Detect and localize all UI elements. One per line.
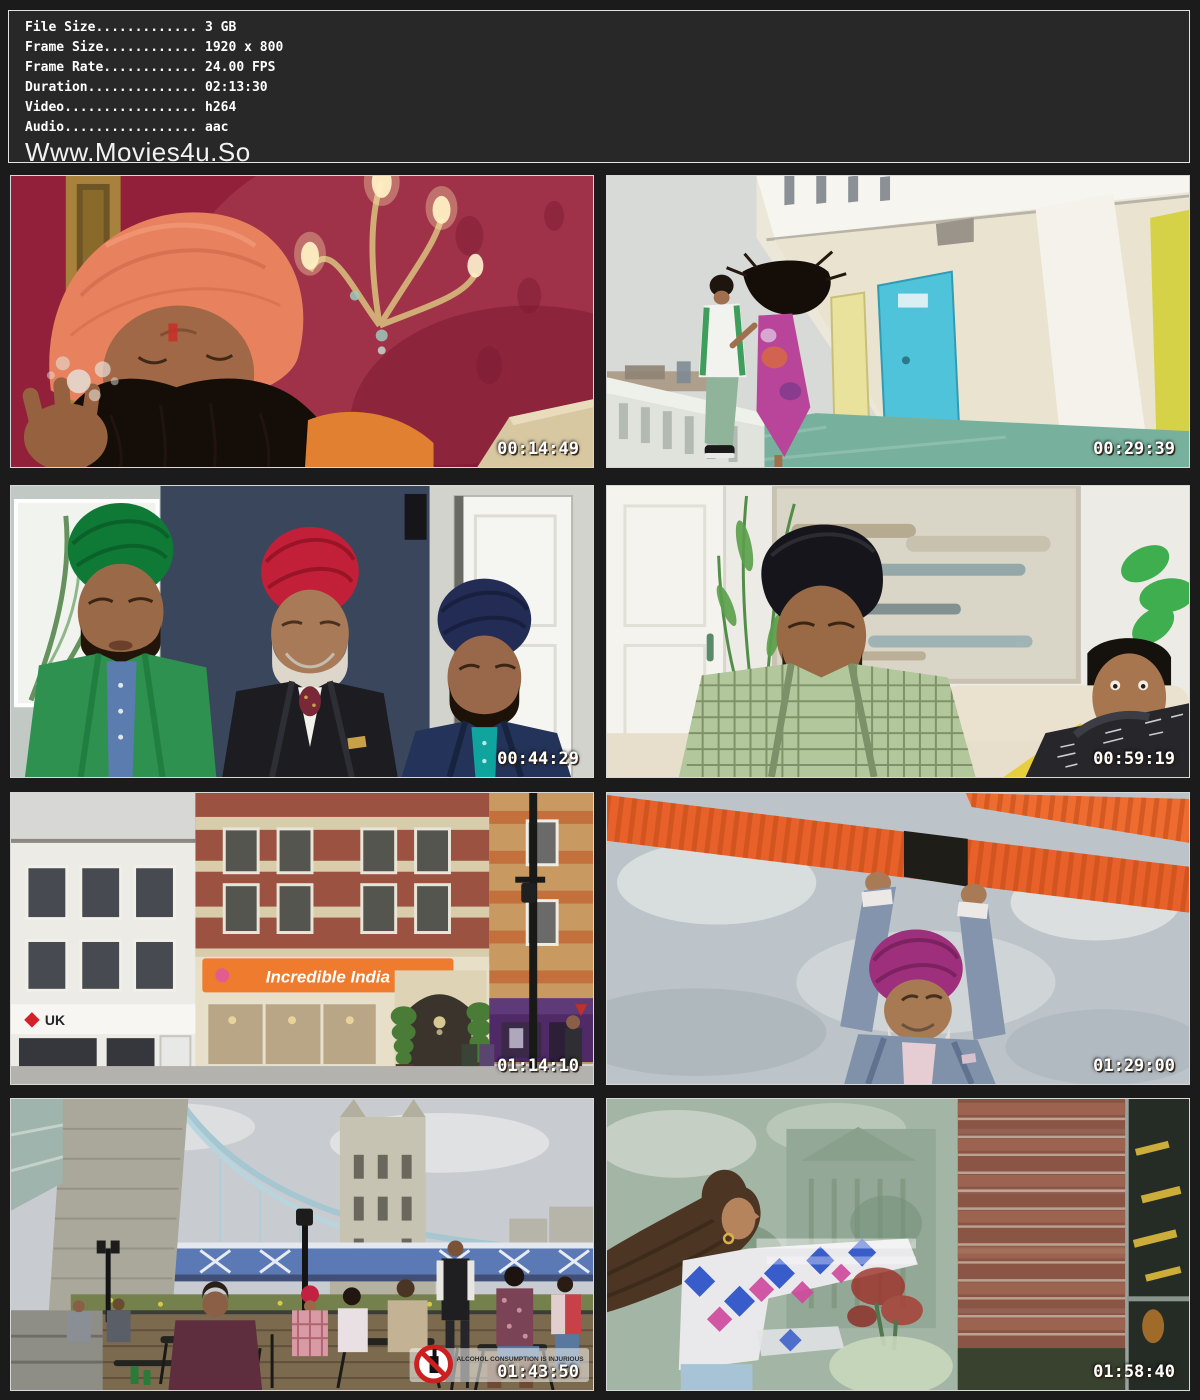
screenshot-1-scene <box>11 176 593 467</box>
uk-sign-text: UK <box>45 1012 65 1028</box>
incredible-india-sign-text: Incredible India <box>266 967 390 986</box>
info-line-frame-size: Frame Size............ 1920 x 800 <box>25 38 1189 58</box>
screenshot-5: Incredible India UK <box>10 792 594 1085</box>
screenshot-5-timestamp: 01:14:10 <box>497 1056 579 1076</box>
screenshot-8-scene <box>607 1099 1189 1390</box>
screenshot-4: 00:59:19 <box>606 485 1190 778</box>
screenshot-6: 01:29:00 <box>606 792 1190 1085</box>
screenshot-8-timestamp: 01:58:40 <box>1093 1362 1175 1382</box>
screenshot-3-scene <box>11 486 593 777</box>
info-line-duration: Duration.............. 02:13:30 <box>25 78 1189 98</box>
screenshot-3: 00:44:29 <box>10 485 594 778</box>
screenshot-2-scene <box>607 176 1189 467</box>
info-line-audio: Audio................. aac <box>25 118 1189 138</box>
screenshot-8: 01:58:40 <box>606 1098 1190 1391</box>
info-line-video: Video................. h264 <box>25 98 1189 118</box>
screenshot-6-timestamp: 01:29:00 <box>1093 1056 1175 1076</box>
screenshot-7: ALCOHOL CONSUMPTION IS INJURIOUS 01:43:5… <box>10 1098 594 1391</box>
info-line-file-size: File Size............. 3 GB <box>25 18 1189 38</box>
screenshot-2: 00:29:39 <box>606 175 1190 468</box>
screenshot-1: 00:14:49 <box>10 175 594 468</box>
info-line-frame-rate: Frame Rate............ 24.00 FPS <box>25 58 1189 78</box>
screenshot-3-timestamp: 00:44:29 <box>497 749 579 769</box>
no-alcohol-icon <box>417 1347 451 1381</box>
screenshot-4-timestamp: 00:59:19 <box>1093 749 1175 769</box>
screenshot-7-timestamp: 01:43:50 <box>497 1362 579 1382</box>
screenshot-1-timestamp: 00:14:49 <box>497 439 579 459</box>
screenshot-7-scene: ALCOHOL CONSUMPTION IS INJURIOUS <box>11 1099 593 1390</box>
watermark-text: Www.Movies4u.So <box>25 138 1189 166</box>
screenshot-sheet: File Size............. 3 GB Frame Size..… <box>0 0 1200 1400</box>
screenshot-2-timestamp: 00:29:39 <box>1093 439 1175 459</box>
media-info-panel: File Size............. 3 GB Frame Size..… <box>8 10 1190 163</box>
screenshot-6-scene <box>607 793 1189 1084</box>
screenshot-5-scene: Incredible India UK <box>11 793 593 1084</box>
screenshot-4-scene <box>607 486 1189 777</box>
